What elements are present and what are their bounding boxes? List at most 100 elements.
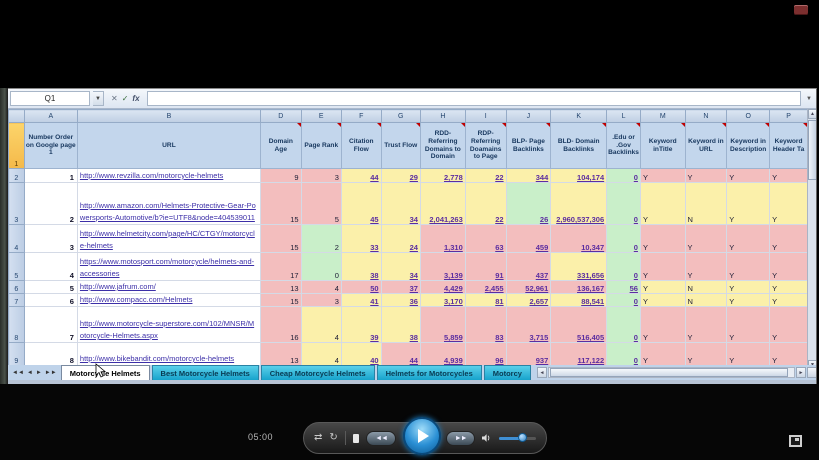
cell-M5[interactable]: Y — [640, 253, 685, 281]
column-header-L[interactable]: L — [607, 110, 641, 123]
header-cell-H1[interactable]: RDD- Referring Domains to Domain — [420, 123, 465, 169]
prev-sheet-icon[interactable]: ◄ — [27, 370, 33, 376]
column-header-B[interactable]: B — [77, 110, 260, 123]
cell-H2[interactable]: 2,778 — [420, 169, 465, 183]
column-header-P[interactable]: P — [770, 110, 808, 123]
cell-N4[interactable]: Y — [685, 225, 727, 253]
cell-O8[interactable]: Y — [727, 307, 770, 343]
scroll-up-icon[interactable]: ▲ — [808, 109, 817, 119]
row-header-8[interactable]: 8 — [9, 307, 25, 343]
cell-K7[interactable]: 88,541 — [551, 294, 607, 307]
formula-bar-expand-icon[interactable]: ▼ — [804, 91, 814, 106]
horizontal-scrollbar[interactable] — [548, 367, 795, 378]
row-header-2[interactable]: 2 — [9, 169, 25, 183]
cell-P3[interactable]: Y — [770, 183, 808, 225]
cell-E6[interactable]: 4 — [301, 281, 341, 294]
cell-H8[interactable]: 5,859 — [420, 307, 465, 343]
cell-I7[interactable]: 81 — [465, 294, 506, 307]
rewind-button[interactable]: ◄◄ — [366, 431, 396, 446]
enter-icon[interactable]: ✓ — [122, 94, 129, 103]
header-cell-D1[interactable]: Domain Age — [260, 123, 301, 169]
url-link[interactable]: https://www.motosport.com/motorcycle/hel… — [80, 257, 254, 278]
cell-J6[interactable]: 52,961 — [506, 281, 551, 294]
column-header-J[interactable]: J — [506, 110, 551, 123]
row-header-4[interactable]: 4 — [9, 225, 25, 253]
cell-K2[interactable]: 104,174 — [551, 169, 607, 183]
column-header-M[interactable]: M — [640, 110, 685, 123]
column-header-N[interactable]: N — [685, 110, 727, 123]
cell-K8[interactable]: 516,405 — [551, 307, 607, 343]
cell-F5[interactable]: 38 — [341, 253, 381, 281]
cell-K5[interactable]: 331,656 — [551, 253, 607, 281]
cell-A9[interactable]: 8 — [24, 343, 77, 366]
cell-G6[interactable]: 37 — [381, 281, 420, 294]
cell-D8[interactable]: 16 — [260, 307, 301, 343]
cell-L2[interactable]: 0 — [607, 169, 641, 183]
cell-A8[interactable]: 7 — [24, 307, 77, 343]
cell-O3[interactable]: Y — [727, 183, 770, 225]
cell-G8[interactable]: 38 — [381, 307, 420, 343]
cell-J5[interactable]: 437 — [506, 253, 551, 281]
name-box-dropdown-icon[interactable]: ▼ — [93, 91, 104, 106]
cell-N7[interactable]: N — [685, 294, 727, 307]
header-cell-O1[interactable]: Keyword in Description — [727, 123, 770, 169]
play-button[interactable] — [403, 417, 441, 455]
cell-G9[interactable]: 44 — [381, 343, 420, 366]
header-cell-E1[interactable]: Page Rank — [301, 123, 341, 169]
cell-K9[interactable]: 117,122 — [551, 343, 607, 366]
shuffle-icon[interactable]: ⇄ — [314, 433, 322, 443]
header-cell-M1[interactable]: Keyword inTitle — [640, 123, 685, 169]
insert-function-icon[interactable]: fx — [132, 94, 139, 103]
restore-window-icon[interactable] — [789, 435, 802, 447]
cell-F7[interactable]: 41 — [341, 294, 381, 307]
cell-L4[interactable]: 0 — [607, 225, 641, 253]
cell-A3[interactable]: 2 — [24, 183, 77, 225]
url-link[interactable]: http://www.compacc.com/Helmets — [80, 295, 193, 304]
cell-B7[interactable]: http://www.compacc.com/Helmets — [77, 294, 260, 307]
cell-D3[interactable]: 15 — [260, 183, 301, 225]
cell-D9[interactable]: 13 — [260, 343, 301, 366]
sheet-tab-cheap-motorcycle-helmets[interactable]: Cheap Motorcycle Helmets — [261, 365, 375, 380]
cell-L3[interactable]: 0 — [607, 183, 641, 225]
cell-I8[interactable]: 83 — [465, 307, 506, 343]
cell-M3[interactable]: Y — [640, 183, 685, 225]
cell-A4[interactable]: 3 — [24, 225, 77, 253]
first-sheet-icon[interactable]: ◄◄ — [12, 370, 24, 376]
header-cell-A1[interactable]: Number Order on Google page 1 — [24, 123, 77, 169]
repeat-icon[interactable]: ↻ — [329, 433, 337, 443]
sheet-tab-motorcy[interactable]: Motorcy — [484, 365, 531, 380]
cell-E8[interactable]: 4 — [301, 307, 341, 343]
header-cell-G1[interactable]: Trust Flow — [381, 123, 420, 169]
sheet-tab-best-motorcycle-helmets[interactable]: Best Motorcycle Helmets — [152, 365, 259, 380]
cell-N6[interactable]: N — [685, 281, 727, 294]
cell-D4[interactable]: 15 — [260, 225, 301, 253]
cell-I6[interactable]: 2,455 — [465, 281, 506, 294]
vertical-scroll-thumb[interactable] — [808, 120, 817, 180]
cell-H3[interactable]: 2,041,263 — [420, 183, 465, 225]
cell-E4[interactable]: 2 — [301, 225, 341, 253]
url-link[interactable]: http://www.helmetcity.com/page/HC/CTGY/m… — [80, 229, 255, 250]
cell-G2[interactable]: 29 — [381, 169, 420, 183]
cell-E2[interactable]: 3 — [301, 169, 341, 183]
split-handle[interactable] — [807, 367, 817, 378]
cell-O6[interactable]: Y — [727, 281, 770, 294]
cell-E3[interactable]: 5 — [301, 183, 341, 225]
cell-N8[interactable]: Y — [685, 307, 727, 343]
header-cell-L1[interactable]: .Edu or .Gov Backlinks — [607, 123, 641, 169]
row-header-3[interactable]: 3 — [9, 183, 25, 225]
url-link[interactable]: http://www.revzilla.com/motorcycle-helme… — [80, 171, 223, 180]
cell-M7[interactable]: Y — [640, 294, 685, 307]
cell-K3[interactable]: 2,960,537,306 — [551, 183, 607, 225]
header-cell-I1[interactable]: RDP- Referring Doamains to Page — [465, 123, 506, 169]
column-header-E[interactable]: E — [301, 110, 341, 123]
header-cell-N1[interactable]: Keyword in URL — [685, 123, 727, 169]
cell-M8[interactable]: Y — [640, 307, 685, 343]
formula-input[interactable] — [147, 91, 801, 106]
cell-D2[interactable]: 9 — [260, 169, 301, 183]
column-header-I[interactable]: I — [465, 110, 506, 123]
cell-G5[interactable]: 34 — [381, 253, 420, 281]
cell-H9[interactable]: 4,939 — [420, 343, 465, 366]
cell-F3[interactable]: 45 — [341, 183, 381, 225]
cell-E7[interactable]: 3 — [301, 294, 341, 307]
column-header-F[interactable]: F — [341, 110, 381, 123]
